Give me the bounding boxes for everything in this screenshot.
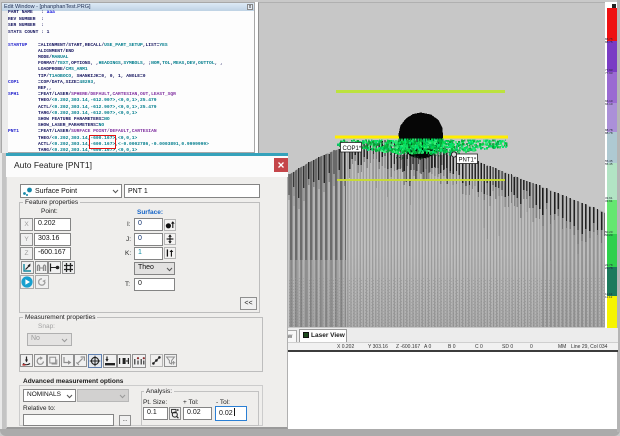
svg-text:COP1*: COP1* [343, 146, 362, 152]
svg-text:PNT1*: PNT1* [459, 157, 477, 163]
